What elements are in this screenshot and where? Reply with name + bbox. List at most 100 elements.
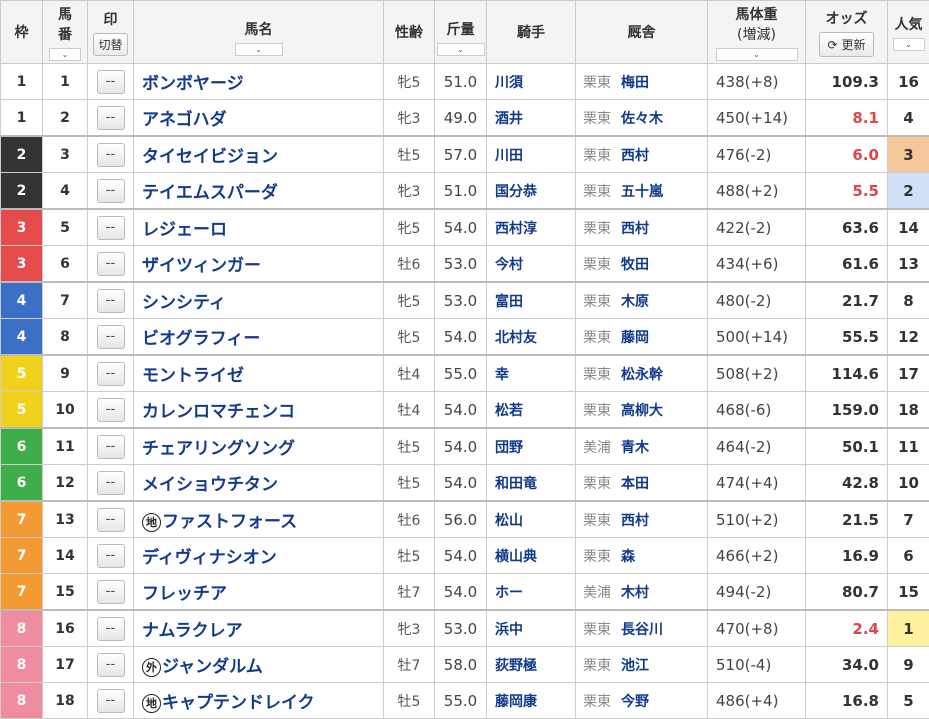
- mark-select-button[interactable]: --: [97, 653, 125, 677]
- mark-select-button[interactable]: --: [97, 216, 125, 240]
- trainer-link[interactable]: 青木: [621, 440, 649, 456]
- stable-cell: 栗東藤岡: [576, 319, 708, 356]
- stable-cell: 栗東高柳大: [576, 392, 708, 429]
- trainer-link[interactable]: 五十嵐: [621, 184, 663, 200]
- mark-cell: --: [88, 209, 134, 246]
- header-body[interactable]: 馬体重 (増減) ⌄: [708, 1, 806, 64]
- horse-name-link[interactable]: メイショウチタン: [142, 475, 278, 495]
- horse-name-link[interactable]: シンシティ: [142, 293, 226, 313]
- frame-number: 6: [1, 428, 43, 465]
- jockey-link[interactable]: 今村: [487, 246, 576, 283]
- odds-value: 159.0: [806, 392, 888, 429]
- sex-age: 牡7: [384, 574, 435, 611]
- mark-select-button[interactable]: --: [97, 252, 125, 276]
- trainer-link[interactable]: 池江: [621, 658, 649, 674]
- mark-select-button[interactable]: --: [97, 289, 125, 313]
- trainer-link[interactable]: 佐々木: [621, 111, 663, 127]
- horse-name-link[interactable]: ビオグラフィー: [142, 329, 260, 349]
- jockey-link[interactable]: 荻野極: [487, 647, 576, 683]
- mark-select-button[interactable]: --: [97, 508, 125, 532]
- trainer-link[interactable]: 本田: [621, 476, 649, 492]
- mark-select-button[interactable]: --: [97, 617, 125, 641]
- trainer-link[interactable]: 木原: [621, 294, 649, 310]
- carried-weight: 53.0: [435, 282, 487, 319]
- mark-select-button[interactable]: --: [97, 70, 125, 94]
- jockey-link[interactable]: 北村友: [487, 319, 576, 356]
- trainer-link[interactable]: 今野: [621, 694, 649, 710]
- horse-name-link[interactable]: タイセイビジョン: [142, 147, 278, 167]
- mark-cell: --: [88, 465, 134, 502]
- horse-name-link[interactable]: テイエムスパーダ: [142, 183, 278, 203]
- jockey-link[interactable]: 国分恭: [487, 173, 576, 210]
- trainer-link[interactable]: 梅田: [621, 75, 649, 91]
- horse-name-link[interactable]: ザイツィンガー: [142, 256, 261, 276]
- mark-select-button[interactable]: --: [97, 143, 125, 167]
- trainer-link[interactable]: 木村: [621, 585, 649, 601]
- body-weight: 466(+2): [708, 538, 806, 574]
- horse-name-link[interactable]: ナムラクレア: [142, 621, 243, 641]
- mark-select-button[interactable]: --: [97, 471, 125, 495]
- jockey-link[interactable]: ホー: [487, 574, 576, 611]
- odds-refresh-button[interactable]: ⟳ 更新: [819, 32, 875, 57]
- horse-name-link[interactable]: ボンボヤージ: [142, 74, 244, 94]
- header-weight[interactable]: 斤量 ⌄: [435, 1, 487, 64]
- frame-number: 1: [1, 100, 43, 137]
- trainer-link[interactable]: 西村: [621, 221, 649, 237]
- mark-select-button[interactable]: --: [97, 689, 125, 713]
- trainer-link[interactable]: 西村: [621, 148, 649, 164]
- trainer-link[interactable]: 高柳大: [621, 403, 663, 419]
- jockey-link[interactable]: 松若: [487, 392, 576, 429]
- mark-select-button[interactable]: --: [97, 106, 125, 130]
- mark-select-button[interactable]: --: [97, 325, 125, 349]
- sort-umaban-icon[interactable]: ⌄: [49, 48, 81, 61]
- mark-select-button[interactable]: --: [97, 179, 125, 203]
- mark-select-button[interactable]: --: [97, 580, 125, 604]
- header-umaban[interactable]: 馬 番 ⌄: [43, 1, 88, 64]
- horse-name-link[interactable]: フレッチア: [142, 584, 227, 604]
- sort-weight-icon[interactable]: ⌄: [437, 43, 485, 56]
- header-stable: 厩舎: [576, 1, 708, 64]
- jockey-link[interactable]: 横山典: [487, 538, 576, 574]
- horse-number: 4: [43, 173, 88, 210]
- horse-name-link[interactable]: ディヴィナシオン: [142, 548, 277, 568]
- jockey-link[interactable]: 幸: [487, 355, 576, 392]
- frame-number: 8: [1, 610, 43, 647]
- mark-select-button[interactable]: --: [97, 544, 125, 568]
- sort-name-icon[interactable]: ⌄: [235, 43, 283, 56]
- horse-name-link[interactable]: チェアリングソング: [142, 439, 295, 459]
- sort-pop-icon[interactable]: ⌄: [893, 38, 925, 51]
- jockey-link[interactable]: 松山: [487, 501, 576, 538]
- mark-select-button[interactable]: --: [97, 435, 125, 459]
- trainer-link[interactable]: 松永幹: [621, 367, 663, 383]
- horse-name-link[interactable]: ジャンダルム: [162, 657, 263, 677]
- header-name[interactable]: 馬名 ⌄: [134, 1, 384, 64]
- sort-body-icon[interactable]: ⌄: [716, 48, 798, 61]
- mark-switch-button[interactable]: 切替: [93, 33, 127, 56]
- trainer-link[interactable]: 西村: [621, 513, 649, 529]
- horse-name-link[interactable]: レジェーロ: [142, 220, 227, 240]
- trainer-link[interactable]: 牧田: [621, 257, 649, 273]
- jockey-link[interactable]: 酒井: [487, 100, 576, 137]
- header-pop[interactable]: 人気 ⌄: [888, 1, 929, 64]
- jockey-link[interactable]: 川須: [487, 64, 576, 100]
- jockey-link[interactable]: 浜中: [487, 610, 576, 647]
- trainer-link[interactable]: 長谷川: [621, 622, 663, 638]
- odds-value: 21.7: [806, 282, 888, 319]
- horse-name-link[interactable]: キャプテンドレイク: [162, 693, 315, 713]
- jockey-link[interactable]: 富田: [487, 282, 576, 319]
- horse-name-link[interactable]: ファストフォース: [162, 512, 297, 532]
- carried-weight: 55.0: [435, 355, 487, 392]
- horse-name-link[interactable]: カレンロマチェンコ: [142, 402, 295, 422]
- jockey-link[interactable]: 団野: [487, 428, 576, 465]
- jockey-link[interactable]: 和田竜: [487, 465, 576, 502]
- mark-select-button[interactable]: --: [97, 362, 125, 386]
- mark-select-button[interactable]: --: [97, 398, 125, 422]
- horse-name-link[interactable]: モントライゼ: [142, 366, 244, 386]
- horse-name-link[interactable]: アネゴハダ: [142, 110, 227, 130]
- jockey-link[interactable]: 川田: [487, 136, 576, 173]
- trainer-link[interactable]: 藤岡: [621, 330, 649, 346]
- jockey-link[interactable]: 西村淳: [487, 209, 576, 246]
- trainer-link[interactable]: 森: [621, 549, 635, 565]
- jockey-link[interactable]: 藤岡康: [487, 683, 576, 719]
- body-weight: 422(-2): [708, 209, 806, 246]
